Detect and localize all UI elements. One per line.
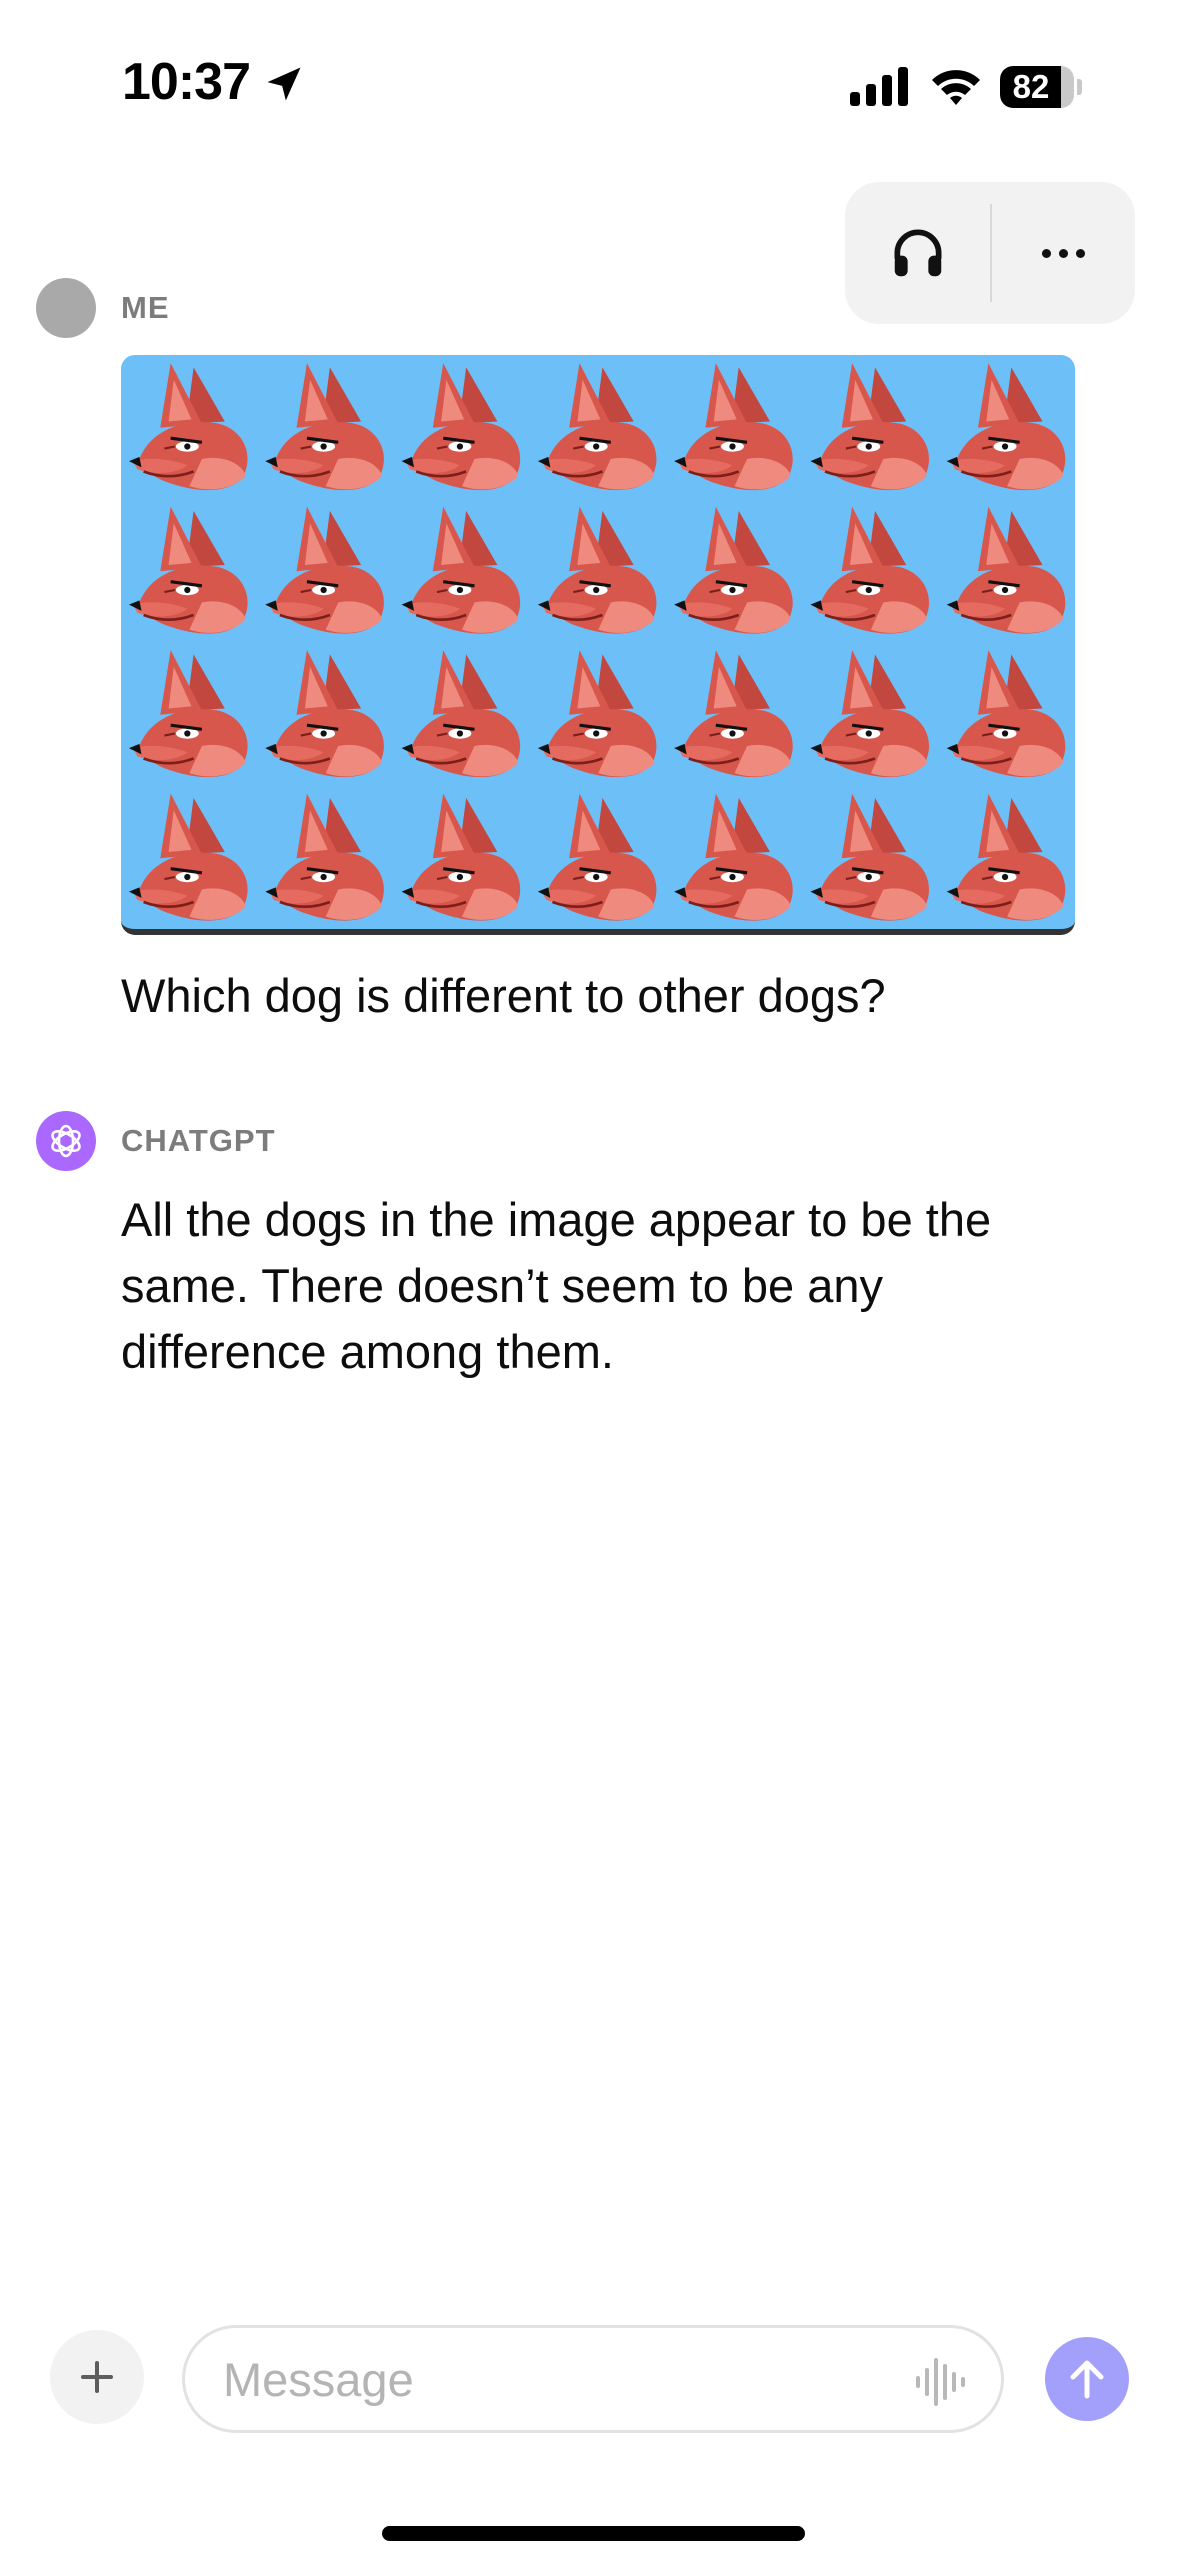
send-arrow-icon	[1070, 2360, 1104, 2399]
chatgpt-avatar	[36, 1111, 96, 1171]
more-icon	[1042, 248, 1051, 258]
dog-head	[263, 505, 386, 636]
dog-head	[127, 361, 250, 492]
status-bar: 10:37 82	[0, 0, 1179, 150]
wifi-icon	[932, 70, 980, 105]
more-options-button[interactable]	[992, 182, 1135, 324]
more-icon-dot	[1076, 248, 1085, 258]
plus-icon	[81, 2361, 113, 2393]
dog-head	[536, 361, 659, 492]
battery-icon: 82	[1000, 66, 1082, 108]
dog-pattern-image	[127, 361, 1067, 923]
location-arrow-icon	[267, 67, 301, 101]
dog-head	[263, 792, 386, 923]
battery-body: 82	[1000, 66, 1074, 108]
dog-head	[945, 361, 1067, 492]
dog-head	[263, 361, 386, 492]
battery-tip	[1077, 79, 1082, 95]
dog-head	[672, 505, 795, 636]
status-time: 10:37	[122, 53, 251, 111]
dog-head	[808, 648, 931, 779]
dog-head	[127, 792, 250, 923]
dog-head	[945, 648, 1067, 779]
dog-head	[672, 648, 795, 779]
dog-head	[400, 361, 522, 492]
assistant-sender-label: CHATGPT	[121, 1123, 276, 1158]
dog-head	[400, 648, 522, 779]
dog-head	[400, 505, 522, 636]
voice-waveform-icon[interactable]	[912, 2352, 972, 2412]
dog-head	[945, 792, 1067, 923]
voice-mode-button[interactable]	[845, 182, 990, 324]
message-input[interactable]	[223, 2342, 863, 2416]
dog-head	[808, 505, 931, 636]
message-field[interactable]	[182, 2325, 1004, 2433]
dog-head	[263, 648, 386, 779]
home-indicator	[382, 2526, 805, 2541]
dog-head	[536, 505, 659, 636]
user-avatar	[36, 278, 96, 338]
dog-head	[536, 648, 659, 779]
dog-head	[808, 792, 931, 923]
user-message-text: Which dog is different to other dogs?	[121, 969, 886, 1022]
dog-head	[400, 792, 522, 923]
send-button[interactable]	[1045, 2337, 1129, 2421]
header-actions	[845, 182, 1135, 324]
dog-head	[127, 505, 250, 636]
dog-head	[672, 361, 795, 492]
assistant-message-text: All the dogs in the image appear to be t…	[121, 1193, 992, 1378]
cellular-signal-icon	[850, 67, 908, 106]
dog-head	[127, 648, 250, 779]
dog-head	[536, 792, 659, 923]
attached-image[interactable]	[121, 355, 1075, 935]
more-icon-dot	[1059, 248, 1068, 258]
openai-logo-icon	[51, 1124, 81, 1158]
user-sender-label: ME	[121, 290, 170, 325]
dog-head	[672, 792, 795, 923]
add-attachment-button[interactable]	[50, 2330, 144, 2424]
headphones-icon	[893, 229, 942, 277]
dog-head	[808, 361, 931, 492]
dog-head	[945, 505, 1067, 636]
battery-percent: 82	[1012, 68, 1050, 105]
